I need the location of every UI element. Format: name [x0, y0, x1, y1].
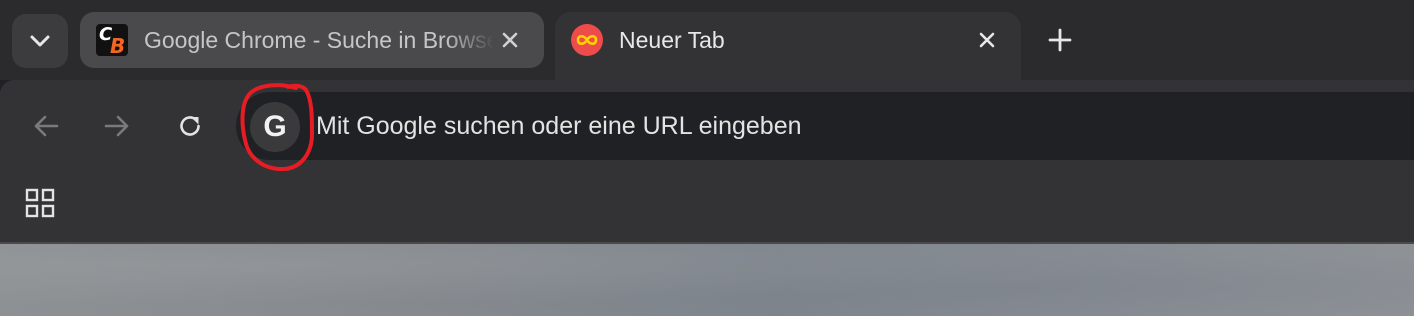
search-engine-badge[interactable]: G: [250, 102, 300, 152]
arrow-right-icon: [104, 115, 129, 137]
tab-title: Neuer Tab: [619, 26, 725, 53]
tab-google-chrome-suche[interactable]: C B Google Chrome - Suche in Browsern: [80, 12, 544, 68]
reload-button[interactable]: [170, 106, 210, 146]
new-tab-button[interactable]: [1040, 20, 1080, 60]
tab-strip: C B Google Chrome - Suche in Browsern Ne…: [0, 0, 1414, 92]
infinity-icon: [576, 34, 598, 46]
infinity-favicon-icon: [571, 24, 603, 56]
plus-icon: [1048, 28, 1072, 52]
address-bar[interactable]: G Mit Google suchen oder eine URL eingeb…: [236, 92, 1414, 160]
close-icon: [979, 32, 995, 48]
chevron-down-icon: [30, 35, 50, 47]
back-button[interactable]: [26, 106, 66, 146]
computerbild-favicon-icon: C B: [96, 24, 128, 56]
browser-window: C B Google Chrome - Suche in Browsern Ne…: [0, 0, 1414, 316]
tab-search-button[interactable]: [12, 14, 68, 68]
forward-button[interactable]: [97, 106, 137, 146]
address-bar-placeholder: Mit Google suchen oder eine URL eingeben: [316, 112, 802, 140]
google-g-icon: G: [263, 110, 287, 143]
apps-grid-icon: [25, 188, 55, 218]
tab-close-button[interactable]: [971, 24, 1003, 56]
toolbar: G Mit Google suchen oder eine URL eingeb…: [0, 80, 1414, 172]
reload-icon: [180, 116, 200, 136]
tab-close-button[interactable]: [494, 24, 526, 56]
arrow-left-icon: [34, 115, 59, 137]
tab-title: Google Chrome - Suche in Browsern: [144, 26, 494, 53]
close-icon: [502, 32, 518, 48]
bookmarks-bar: [0, 172, 1414, 242]
favicon-letter-b: B: [110, 34, 126, 56]
new-tab-page-background: [0, 244, 1414, 316]
apps-button[interactable]: [22, 185, 58, 221]
